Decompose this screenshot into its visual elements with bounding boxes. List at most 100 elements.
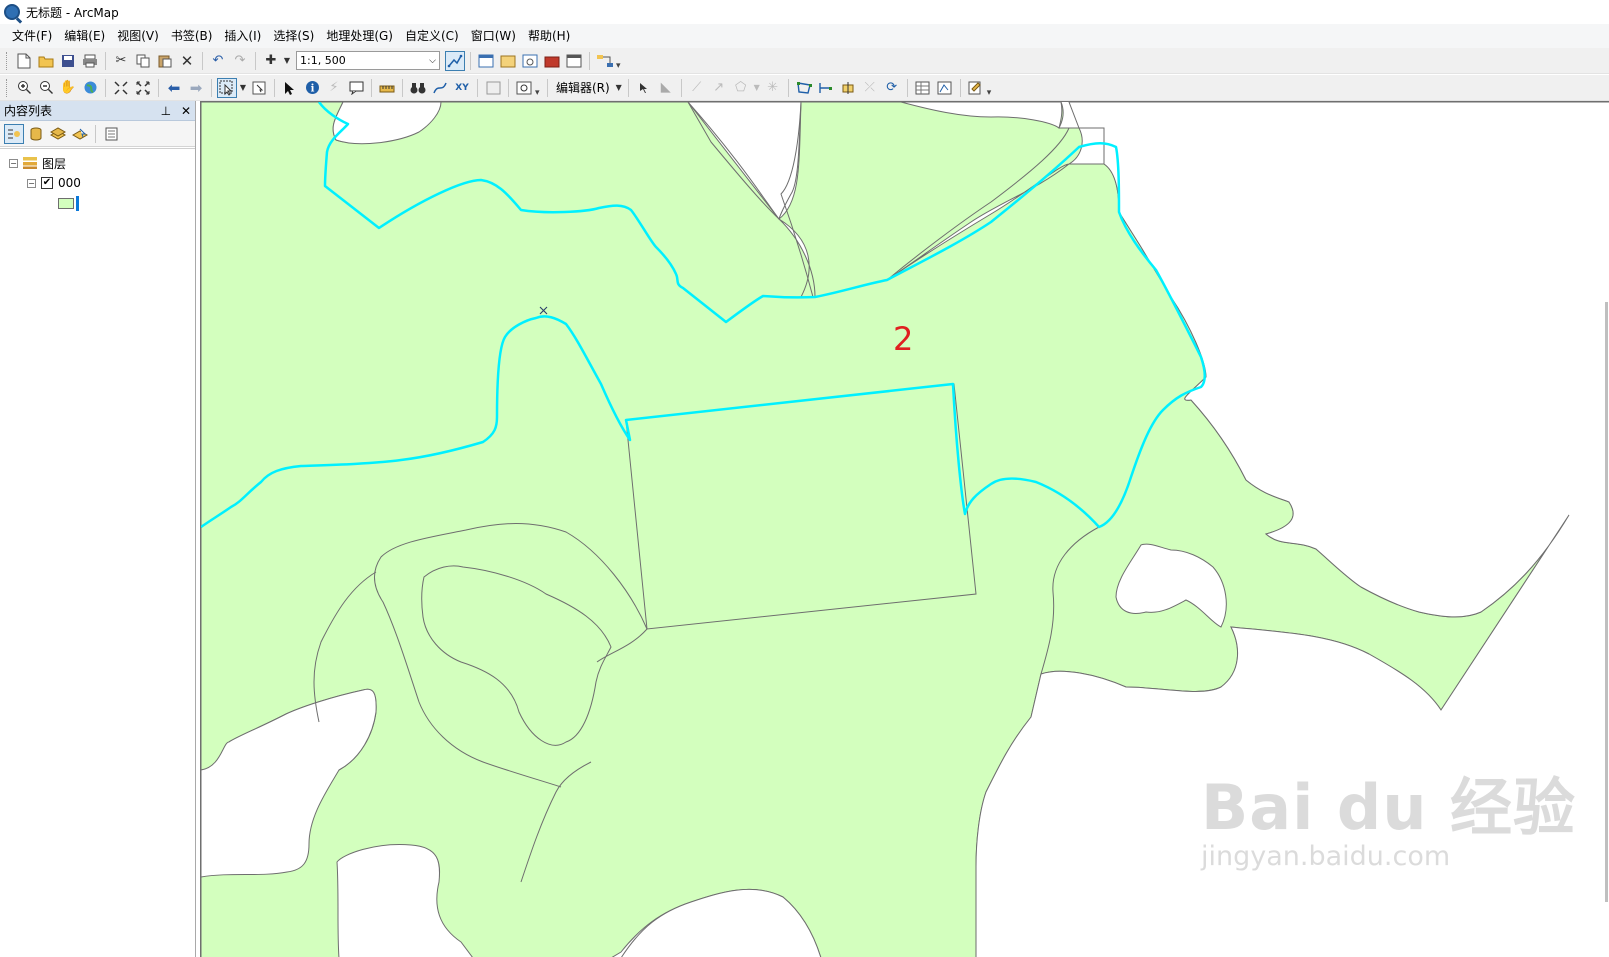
menu-edit[interactable]: 编辑(E) [58,25,111,47]
pan-hand-icon[interactable]: ✋ [58,78,78,98]
delete-icon[interactable]: ✕ [177,51,197,71]
standard-toolbar: ✂ ✕ ↶ ↷ ✚ ▼ 1:1, 500 ⌵ ▾ [0,48,1609,74]
layer-name-label[interactable]: 000 [58,176,81,190]
create-viewer-window-icon[interactable] [514,78,534,98]
map-vertical-scrollbar[interactable] [1605,302,1608,902]
tree-row-root[interactable]: − 图层 [0,153,195,173]
title-bar: 无标题 - ArcMap [0,0,1609,24]
hyperlink-lightning-icon[interactable]: ⚡ [324,78,344,98]
select-elements-arrow-icon[interactable] [280,78,300,98]
menu-selection[interactable]: 选择(S) [267,25,320,47]
collapse-icon[interactable]: − [27,178,36,188]
straight-segment-icon[interactable]: ⟋ [687,78,707,98]
find-route-icon[interactable] [430,78,450,98]
pin-icon[interactable]: ⊥ [161,104,171,118]
full-extent-globe-icon[interactable] [80,78,100,98]
tools-toolbar: ✋ ⬅ ➡ ▼ i ⚡ XY ▾ 编辑器(R) ▼ ◣ ⟋ ↗ ⬠ ▼ ✳ ⤫ … [0,75,1609,101]
python-window-icon[interactable] [564,51,584,71]
dropdown-arrow-icon[interactable]: ▼ [283,51,291,71]
list-by-selection-icon[interactable] [70,124,90,144]
point-tool-icon[interactable]: ✳ [763,78,783,98]
data-frame-label[interactable]: 图层 [42,155,66,172]
editor-toolbar-toggle-icon[interactable] [445,50,465,71]
map-display[interactable]: 2 Bai du 经验 jingyan.baidu.com [200,101,1609,957]
create-features-window-icon[interactable] [966,78,986,98]
toc-title: 内容列表 [4,104,53,118]
identify-info-icon[interactable]: i [302,78,322,98]
paste-icon[interactable] [155,51,175,71]
editor-menu[interactable]: 编辑器(R) [552,79,614,96]
polygon-symbol-swatch[interactable] [58,197,74,209]
layer-tree: − 图层 − ✔ 000 [0,148,195,213]
tree-row-layer[interactable]: − ✔ 000 [0,173,195,193]
cut-polygons-icon[interactable] [838,78,858,98]
menu-bookmarks[interactable]: 书签(B) [165,25,219,47]
fixed-zoom-in-icon[interactable] [111,78,131,98]
add-data-icon[interactable]: ✚ [261,51,281,71]
dropdown-arrow-icon[interactable]: ▼ [753,78,761,98]
edit-annotation-tool-icon[interactable]: ◣ [656,78,676,98]
dropdown-arrow-icon[interactable]: ▼ [239,78,247,98]
model-builder-icon[interactable] [595,51,615,71]
map-annotation-label: 2 [893,320,914,358]
new-document-icon[interactable] [14,51,34,71]
print-icon[interactable] [80,51,100,71]
rotate-tool-icon[interactable]: ⟳ [882,78,902,98]
go-forward-arrow-icon[interactable]: ➡ [186,78,206,98]
time-slider-icon[interactable] [483,78,503,98]
find-binoculars-icon[interactable] [408,78,428,98]
arctoolbox-icon[interactable] [542,51,562,71]
toolbar-grip[interactable] [6,78,9,97]
menu-file[interactable]: 文件(F) [6,25,58,47]
list-by-drawing-order-icon[interactable] [4,123,24,144]
split-tool-icon[interactable]: ⤫ [860,78,880,98]
redo-icon[interactable]: ↷ [230,51,250,71]
catalog-window-icon[interactable] [498,51,518,71]
toolbar-grip[interactable] [6,51,9,70]
toc-toolbar [0,121,195,147]
search-window-icon[interactable] [520,51,540,71]
zoom-out-icon[interactable] [36,78,56,98]
table-of-contents-window-icon[interactable] [476,51,496,71]
menu-customize[interactable]: 自定义(C) [399,25,465,47]
dropdown-arrow-icon[interactable]: ▼ [615,78,623,98]
attributes-window-icon[interactable] [913,78,933,98]
reshape-feature-icon[interactable] [816,78,836,98]
toc-options-icon[interactable] [101,124,121,144]
trace-tool-icon[interactable]: ⬠ [731,78,751,98]
collapse-icon[interactable]: − [9,158,18,168]
undo-icon[interactable]: ↶ [208,51,228,71]
go-back-arrow-icon[interactable]: ⬅ [164,78,184,98]
cut-icon[interactable]: ✂ [111,51,131,71]
layer-visibility-checkbox[interactable]: ✔ [41,177,53,189]
close-icon[interactable]: ✕ [181,104,191,118]
menu-geoprocessing[interactable]: 地理处理(G) [320,25,399,47]
toolbar-overflow-icon[interactable]: ▾ [987,78,995,98]
measure-ruler-icon[interactable] [377,78,397,98]
save-icon[interactable] [58,51,78,71]
zoom-in-icon[interactable] [14,78,34,98]
menu-help[interactable]: 帮助(H) [522,25,576,47]
edit-tool-arrow-icon[interactable] [634,78,654,98]
menu-windows[interactable]: 窗口(W) [465,25,522,47]
map-scale-combobox[interactable]: 1:1, 500 ⌵ [296,51,440,70]
edit-vertices-icon[interactable] [794,78,814,98]
clear-selection-icon[interactable] [249,78,269,98]
select-features-icon[interactable] [217,77,237,98]
sketch-properties-icon[interactable] [935,78,955,98]
go-to-xy-icon[interactable]: XY [452,78,472,98]
list-by-source-icon[interactable] [26,124,46,144]
toolbar-overflow-icon[interactable]: ▾ [535,78,543,98]
symbol-bar-icon [76,195,79,211]
toolbar-overflow-icon[interactable]: ▾ [616,51,624,71]
menu-insert[interactable]: 插入(I) [218,25,267,47]
html-popup-icon[interactable] [346,78,366,98]
layers-icon [23,157,37,169]
endpoint-arc-icon[interactable]: ↗ [709,78,729,98]
chevron-down-icon[interactable]: ⌵ [429,56,436,66]
copy-icon[interactable] [133,51,153,71]
menu-view[interactable]: 视图(V) [111,25,165,47]
list-by-visibility-icon[interactable] [48,124,68,144]
open-folder-icon[interactable] [36,51,56,71]
fixed-zoom-out-icon[interactable] [133,78,153,98]
